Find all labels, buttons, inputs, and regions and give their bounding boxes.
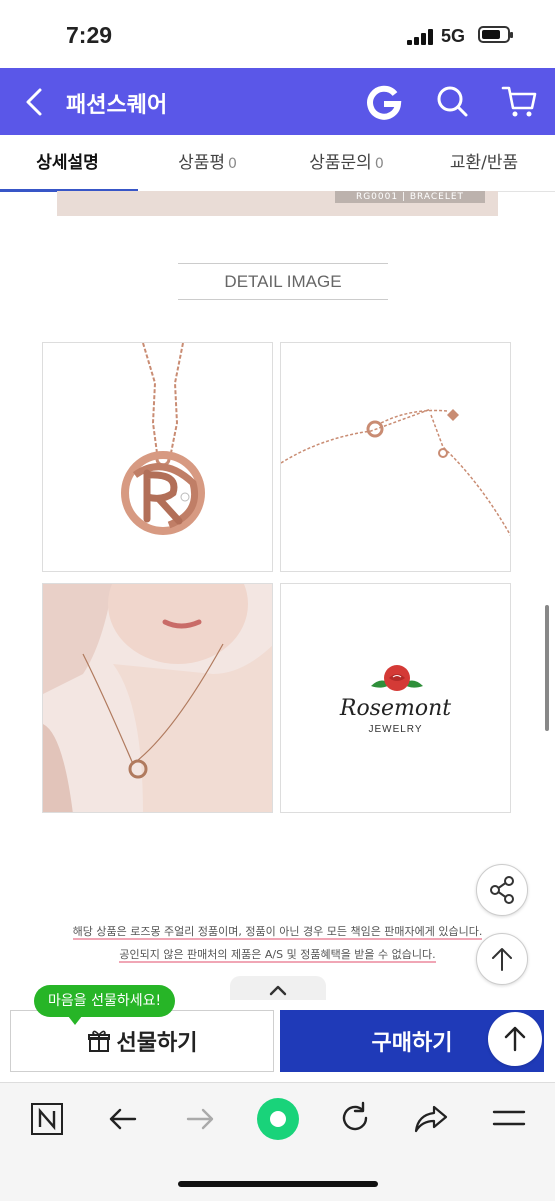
tab-detail[interactable]: 상세설명 bbox=[0, 135, 138, 192]
brand-logo-card[interactable]: Rosemont JEWELRY bbox=[280, 583, 511, 813]
home-indicator bbox=[178, 1181, 378, 1187]
gift-label: 선물하기 bbox=[116, 1031, 198, 1056]
tab-exchange-return[interactable]: 교환/반품 bbox=[416, 135, 555, 191]
arrow-up-icon bbox=[492, 948, 512, 971]
model-wearing-necklace-image bbox=[43, 584, 272, 812]
naver-n-icon[interactable] bbox=[31, 1103, 63, 1135]
tab-label: 교환/반품 bbox=[449, 153, 519, 173]
pendant-image bbox=[121, 343, 205, 535]
rose-logo-icon bbox=[371, 665, 423, 691]
notice-line-2: 공인되지 않은 판매처의 제품은 A/S 및 정품혜택을 받을 수 없습니다. bbox=[0, 946, 555, 963]
tab-label: 상품평 bbox=[178, 153, 225, 173]
gift-promo-bubble: 마음을 선물하세요! bbox=[34, 985, 176, 1025]
network-label: 5G bbox=[441, 26, 466, 46]
share-arrow-icon[interactable] bbox=[414, 1103, 448, 1135]
page-title: 패션스퀘어 bbox=[66, 93, 168, 118]
notice-text: 해당 상품은 로즈몽 주얼리 정품이며, 정품이 아닌 경우 모든 책임은 판매… bbox=[72, 925, 483, 940]
naver-green-home-icon[interactable] bbox=[256, 1097, 300, 1141]
notice-text: 공인되지 않은 판매처의 제품은 A/S 및 정품혜택을 받을 수 없습니다. bbox=[119, 948, 436, 963]
search-icon[interactable] bbox=[434, 83, 470, 119]
app-header: 패션스퀘어 bbox=[0, 68, 555, 135]
browser-back-icon[interactable] bbox=[107, 1103, 139, 1135]
cart-icon[interactable] bbox=[500, 82, 538, 120]
arrow-up-icon bbox=[504, 1026, 526, 1052]
share-icon bbox=[490, 876, 514, 904]
product-image-pendant[interactable] bbox=[42, 342, 273, 572]
brand-subtitle: JEWELRY bbox=[368, 724, 423, 735]
detail-image-heading: DETAIL IMAGE bbox=[178, 263, 388, 300]
tab-label: 상품문의 bbox=[309, 153, 372, 173]
gift-button[interactable]: 선물하기 bbox=[10, 1010, 274, 1072]
chain-clasp-image bbox=[281, 408, 510, 537]
scroll-top-button[interactable] bbox=[476, 933, 528, 985]
buy-label: 구매하기 bbox=[371, 1031, 453, 1056]
tab-count: 0 bbox=[228, 156, 237, 172]
gift-icon bbox=[87, 1030, 110, 1052]
tab-label: 상세설명 bbox=[36, 153, 99, 173]
gmarket-logo-icon[interactable] bbox=[364, 82, 404, 122]
chevron-up-icon bbox=[269, 985, 287, 996]
notice-line-1: 해당 상품은 로즈몽 주얼리 정품이며, 정품이 아닌 경우 모든 책임은 판매… bbox=[0, 923, 555, 940]
share-button[interactable] bbox=[476, 864, 528, 916]
tab-qna[interactable]: 상품문의 0 bbox=[277, 135, 416, 191]
status-bar: 7:29 5G bbox=[0, 0, 555, 68]
status-time: 7:29 bbox=[66, 22, 113, 48]
page-scrollbar[interactable] bbox=[545, 605, 549, 731]
product-banner: RG0001 | BRACELET bbox=[57, 191, 498, 216]
brand-name: Rosemont bbox=[339, 696, 452, 721]
scroll-top-button-2[interactable] bbox=[488, 1012, 542, 1066]
product-image-chain[interactable] bbox=[280, 342, 511, 572]
banner-label: RG0001 | BRACELET bbox=[335, 191, 485, 203]
battery-icon bbox=[478, 26, 513, 43]
product-image-model[interactable] bbox=[42, 583, 273, 813]
back-arrow-icon[interactable] bbox=[20, 86, 52, 118]
signal-icon bbox=[407, 29, 433, 45]
tab-bar: 상세설명 상품평 0 상품문의 0 교환/반품 bbox=[0, 135, 555, 192]
menu-icon[interactable] bbox=[492, 1105, 526, 1131]
tab-reviews[interactable]: 상품평 0 bbox=[138, 135, 277, 191]
tab-count: 0 bbox=[374, 156, 384, 172]
reload-icon[interactable] bbox=[338, 1101, 372, 1135]
browser-forward-icon[interactable] bbox=[184, 1103, 216, 1135]
